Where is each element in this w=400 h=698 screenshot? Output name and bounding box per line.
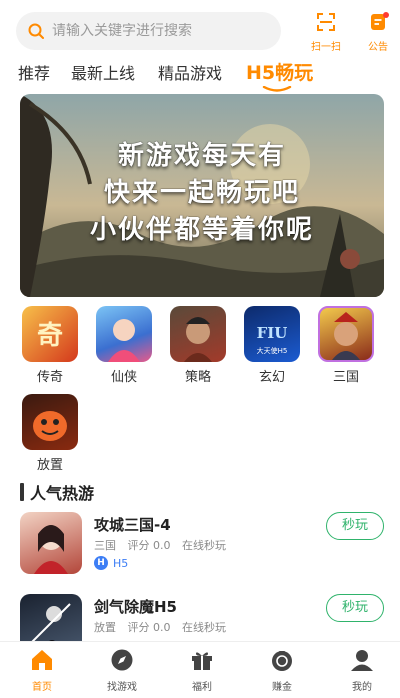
compass-icon (111, 649, 133, 671)
home-icon (32, 650, 52, 670)
h5-icon: H (94, 556, 108, 570)
xianxia-game-icon (96, 306, 152, 362)
game-mode: 在线秒玩 (182, 621, 226, 634)
legend-game-icon: 奇 (22, 306, 78, 362)
search-input[interactable] (52, 23, 262, 39)
nav-welfare[interactable]: 福利 (172, 648, 232, 693)
genre-label: 策略 (184, 370, 211, 385)
genre-idle[interactable]: 放置 (20, 394, 80, 473)
promo-banner[interactable]: 新游戏每天有 快来一起畅玩吧 小伙伴都等着你呢 (20, 94, 384, 297)
section-header: 人气热游 (20, 480, 94, 504)
game-rating: 评分 0.0 (127, 539, 171, 552)
svg-text:奇: 奇 (37, 321, 63, 351)
genre-three-kingdoms[interactable]: 三国 (316, 306, 376, 385)
svg-text:FIU: FIU (257, 324, 288, 342)
genre-fantasy[interactable]: FIU 大天使H5 玄幻 (242, 306, 302, 385)
game-meta: 三国 评分 0.0 在线秒玩 (94, 537, 234, 553)
banner-line-3: 小伙伴都等着你呢 (89, 215, 314, 245)
nav-profile[interactable]: 我的 (332, 648, 392, 693)
active-tab-indicator (262, 86, 292, 92)
play-now-button[interactable]: 秒玩 (326, 512, 384, 540)
nav-label: 我的 (352, 682, 372, 693)
genre-xianxia[interactable]: 仙侠 (94, 306, 154, 385)
fantasy-game-icon: FIU 大天使H5 (244, 306, 300, 362)
nav-label: 赚金 (272, 682, 292, 693)
idle-game-icon (22, 394, 78, 450)
coin-bag-icon (272, 651, 292, 671)
game-genre: 三国 (94, 539, 116, 552)
nav-label: 找游戏 (107, 682, 137, 693)
nav-home[interactable]: 首页 (12, 648, 72, 693)
game-meta: 放置 评分 0.0 在线秒玩 (94, 619, 234, 635)
game-list-item[interactable]: 攻城三国-4 三国 评分 0.0 在线秒玩 H H5 秒玩 (20, 512, 384, 576)
game-tag: H H5 (94, 556, 128, 570)
genre-label: 放置 (36, 458, 63, 473)
strategy-game-icon (170, 306, 226, 362)
banner-text: 新游戏每天有 快来一起畅玩吧 小伙伴都等着你呢 (20, 138, 384, 249)
gift-icon (192, 652, 212, 670)
section-title: 人气热游 (30, 484, 95, 503)
tab-premium-games[interactable]: 精品游戏 (158, 60, 222, 84)
genre-label: 仙侠 (110, 370, 137, 385)
genre-label: 三国 (332, 370, 359, 385)
game-tag-label: H5 (113, 556, 129, 570)
game-mode: 在线秒玩 (182, 539, 226, 552)
tab-recommend[interactable]: 推荐 (18, 60, 50, 84)
nav-find-games[interactable]: 找游戏 (92, 648, 152, 693)
tab-h5[interactable]: H5畅玩 (246, 58, 313, 85)
notice-button[interactable]: 公告 (356, 12, 400, 53)
section-bar (20, 483, 24, 501)
game-title: 剑气除魔H5 (94, 598, 177, 616)
scan-icon (317, 13, 335, 31)
nav-earn-gold[interactable]: 赚金 (252, 648, 312, 693)
banner-line-2: 快来一起畅玩吧 (103, 178, 300, 208)
notice-label: 公告 (368, 42, 388, 53)
search-icon (28, 23, 44, 39)
genre-label: 传奇 (36, 370, 63, 385)
search-bar[interactable] (16, 12, 281, 50)
notification-dot (383, 12, 389, 18)
play-now-button[interactable]: 秒玩 (326, 594, 384, 622)
scan-button[interactable]: 扫一扫 (304, 12, 348, 53)
nav-label: 首页 (32, 682, 52, 693)
banner-line-1: 新游戏每天有 (117, 141, 286, 171)
game-thumbnail (20, 512, 82, 574)
profile-icon (351, 650, 373, 671)
tab-new-release[interactable]: 最新上线 (71, 60, 135, 84)
three-kingdoms-game-icon (318, 306, 374, 362)
nav-label: 福利 (192, 682, 212, 693)
game-genre: 放置 (94, 621, 116, 634)
game-rating: 评分 0.0 (127, 621, 171, 634)
genre-strategy[interactable]: 策略 (168, 306, 228, 385)
genre-legend[interactable]: 奇 传奇 (20, 306, 80, 385)
category-tabs: 推荐 最新上线 精品游戏 H5畅玩 (0, 58, 400, 92)
scan-label: 扫一扫 (311, 42, 341, 53)
genre-label: 玄幻 (258, 370, 285, 385)
header: 扫一扫 公告 (0, 0, 400, 58)
svg-text:大天使H5: 大天使H5 (257, 346, 288, 355)
game-title: 攻城三国-4 (94, 516, 171, 534)
bottom-nav: 首页 找游戏 福利 赚金 我的 (0, 641, 400, 698)
